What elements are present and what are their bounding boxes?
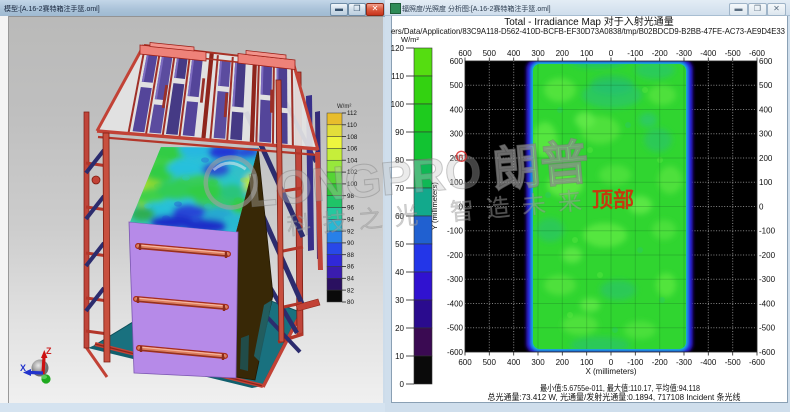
svg-text:-300: -300 [759, 275, 776, 284]
svg-text:84: 84 [347, 276, 354, 283]
svg-text:总光通量:73.412 W, 光通量/发射光通量:0.189: 总光通量:73.412 W, 光通量/发射光通量:0.1894, 717108 … [488, 392, 741, 402]
svg-text:-500: -500 [759, 324, 776, 333]
svg-text:86: 86 [347, 264, 354, 271]
svg-text:100: 100 [450, 178, 464, 187]
svg-text:-500: -500 [447, 324, 464, 333]
svg-text:X (millimeters): X (millimeters) [585, 367, 636, 376]
svg-text:300: 300 [531, 49, 545, 58]
svg-text:-600: -600 [749, 358, 766, 367]
svg-text:104: 104 [347, 157, 358, 164]
svg-text:200: 200 [556, 358, 570, 367]
svg-text:-100: -100 [627, 358, 644, 367]
svg-text:-200: -200 [652, 49, 669, 58]
svg-text:60: 60 [395, 212, 404, 221]
svg-text:98: 98 [347, 193, 354, 200]
svg-text:-500: -500 [725, 49, 742, 58]
svg-text:100: 100 [580, 49, 594, 58]
svg-text:顶部: 顶部 [592, 188, 634, 212]
svg-text:102: 102 [347, 169, 358, 176]
svg-text:500: 500 [450, 81, 464, 90]
svg-text:0: 0 [609, 49, 614, 58]
svg-text:400: 400 [450, 105, 464, 114]
svg-text:-300: -300 [447, 275, 464, 284]
svg-text:-600: -600 [759, 348, 776, 357]
svg-text:100: 100 [391, 100, 405, 109]
svg-text:X: X [20, 363, 26, 373]
svg-text:-200: -200 [447, 251, 464, 260]
svg-text:-500: -500 [725, 358, 742, 367]
svg-text:30: 30 [395, 296, 404, 305]
svg-text:-400: -400 [447, 299, 464, 308]
svg-text:500: 500 [483, 358, 497, 367]
svg-text:-100: -100 [627, 49, 644, 58]
svg-text:-400: -400 [700, 49, 717, 58]
svg-text:94: 94 [347, 217, 354, 224]
svg-text:50: 50 [395, 240, 404, 249]
svg-text:-100: -100 [759, 227, 776, 236]
svg-text:0: 0 [609, 358, 614, 367]
svg-text:10: 10 [395, 352, 404, 361]
svg-text:300: 300 [531, 358, 545, 367]
svg-text:70: 70 [395, 184, 404, 193]
svg-text:82: 82 [347, 287, 354, 294]
svg-text:96: 96 [347, 205, 354, 212]
svg-text:0: 0 [400, 380, 405, 389]
svg-text:100: 100 [759, 178, 773, 187]
svg-text:Z: Z [46, 346, 52, 356]
svg-text:108: 108 [347, 134, 358, 141]
svg-text:300: 300 [759, 130, 773, 139]
svg-text:100: 100 [580, 358, 594, 367]
svg-text:W/m²: W/m² [401, 35, 419, 44]
svg-text:110: 110 [391, 72, 404, 81]
svg-text:500: 500 [759, 81, 773, 90]
svg-text:106: 106 [347, 146, 358, 153]
svg-text:400: 400 [507, 358, 521, 367]
svg-text:-200: -200 [652, 358, 669, 367]
svg-text:0: 0 [459, 202, 464, 211]
svg-text:90: 90 [347, 240, 354, 247]
svg-text:112: 112 [347, 110, 357, 117]
svg-text:-400: -400 [700, 358, 717, 367]
svg-text:80: 80 [395, 156, 404, 165]
svg-text:200: 200 [759, 154, 773, 163]
svg-text:-200: -200 [759, 251, 776, 260]
svg-text:ers/Data/Application/83C9A118-: ers/Data/Application/83C9A118-D562-410D-… [391, 26, 785, 36]
svg-text:600: 600 [450, 57, 464, 66]
svg-text:20: 20 [395, 324, 404, 333]
svg-text:88: 88 [347, 252, 354, 259]
svg-text:90: 90 [395, 128, 404, 137]
svg-text:-100: -100 [447, 227, 464, 236]
svg-text:600: 600 [759, 57, 773, 66]
svg-text:200: 200 [450, 154, 464, 163]
svg-text:400: 400 [759, 105, 773, 114]
svg-text:40: 40 [395, 268, 404, 277]
svg-text:400: 400 [507, 49, 521, 58]
svg-text:-300: -300 [676, 358, 693, 367]
svg-text:300: 300 [450, 130, 464, 139]
svg-text:80: 80 [347, 299, 354, 306]
svg-text:110: 110 [347, 122, 357, 129]
svg-text:Y (millimeters): Y (millimeters) [430, 182, 439, 230]
svg-text:500: 500 [483, 49, 497, 58]
svg-text:92: 92 [347, 228, 354, 235]
svg-text:200: 200 [556, 49, 570, 58]
svg-text:W/m²: W/m² [337, 104, 351, 110]
svg-text:-600: -600 [447, 348, 464, 357]
svg-text:-300: -300 [676, 49, 693, 58]
svg-text:120: 120 [391, 44, 405, 53]
svg-text:-400: -400 [759, 299, 776, 308]
svg-text:0: 0 [759, 202, 764, 211]
svg-text:600: 600 [458, 358, 472, 367]
svg-text:100: 100 [347, 181, 358, 188]
